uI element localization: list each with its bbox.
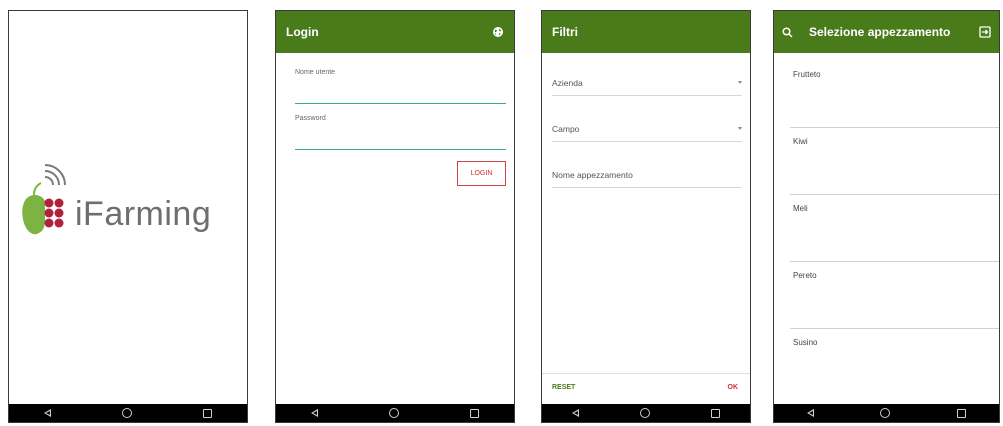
recent-apps-icon[interactable]	[956, 408, 966, 418]
ok-button[interactable]: OK	[728, 384, 739, 391]
filter-actions-bar: RESET OK	[542, 373, 750, 404]
page-title: Filtri	[552, 25, 578, 39]
reset-button[interactable]: RESET	[552, 384, 575, 391]
home-icon[interactable]	[121, 408, 132, 418]
recent-apps-icon[interactable]	[202, 408, 212, 418]
search-icon[interactable]	[782, 26, 793, 38]
chevron-down-icon	[738, 127, 742, 130]
login-button[interactable]: LOGIN	[457, 161, 506, 186]
plot-name-placeholder: Nome appezzamento	[552, 170, 633, 180]
chevron-down-icon	[738, 81, 742, 84]
page-title: Login	[286, 25, 319, 39]
list-item[interactable]: Pereto	[790, 262, 999, 329]
exit-icon[interactable]	[979, 26, 991, 38]
logo-mark-icon	[22, 164, 66, 235]
company-dropdown[interactable]: Azienda	[552, 71, 742, 96]
login-content: Login Nome utente Password LOGIN	[276, 11, 514, 404]
plot-name-input[interactable]: Nome appezzamento	[552, 163, 742, 188]
back-icon[interactable]	[807, 409, 815, 417]
home-icon[interactable]	[880, 408, 891, 418]
field-dropdown-label: Campo	[552, 124, 580, 134]
password-label: Password	[295, 115, 326, 122]
home-icon[interactable]	[388, 408, 399, 418]
page-title: Selezione appezzamento	[809, 25, 951, 39]
app-bar: Selezione appezzamento	[774, 11, 999, 53]
system-nav-bar	[542, 404, 750, 422]
globe-icon[interactable]	[492, 26, 504, 38]
username-label: Nome utente	[295, 69, 336, 76]
filters-content: Filtri Azienda Campo Nome appezzamento	[542, 11, 750, 404]
username-field[interactable]	[295, 103, 506, 104]
ifarming-logo: iFarming	[19, 161, 244, 251]
app-bar: Login	[276, 11, 514, 53]
list-item[interactable]: Frutteto	[790, 61, 999, 128]
phone-splash-screen: iFarming	[8, 10, 248, 423]
list-item-label: Pereto	[793, 271, 817, 280]
list-item-label: Susino	[793, 338, 818, 347]
company-dropdown-label: Azienda	[552, 78, 583, 88]
list-item-label: Kiwi	[793, 137, 808, 146]
splash-content: iFarming	[9, 11, 247, 404]
system-nav-bar	[276, 404, 514, 422]
system-nav-bar	[774, 404, 999, 422]
back-icon[interactable]	[311, 409, 319, 417]
list-item[interactable]: Meli	[790, 195, 999, 262]
system-nav-bar	[9, 404, 247, 422]
phone-plot-selection-screen: Selezione appezzamento Frutteto Kiwi Mel…	[773, 10, 1000, 423]
list-item[interactable]: Susino	[790, 329, 999, 395]
recent-apps-icon[interactable]	[469, 408, 479, 418]
back-icon[interactable]	[44, 409, 52, 417]
list-item-label: Meli	[793, 204, 808, 213]
phone-filters-screen: Filtri Azienda Campo Nome appezzamento R…	[541, 10, 751, 423]
phone-login-screen: Login Nome utente Password LOGIN	[275, 10, 515, 423]
recent-apps-icon[interactable]	[710, 408, 720, 418]
password-field[interactable]	[295, 149, 506, 150]
home-icon[interactable]	[639, 408, 650, 418]
app-bar: Filtri	[542, 11, 750, 53]
back-icon[interactable]	[572, 409, 580, 417]
list-item[interactable]: Kiwi	[790, 128, 999, 195]
logo-text: iFarming	[75, 195, 212, 233]
field-dropdown[interactable]: Campo	[552, 117, 742, 142]
list-item-label: Frutteto	[793, 70, 821, 79]
plot-list-content: Selezione appezzamento Frutteto Kiwi Mel…	[774, 11, 999, 404]
